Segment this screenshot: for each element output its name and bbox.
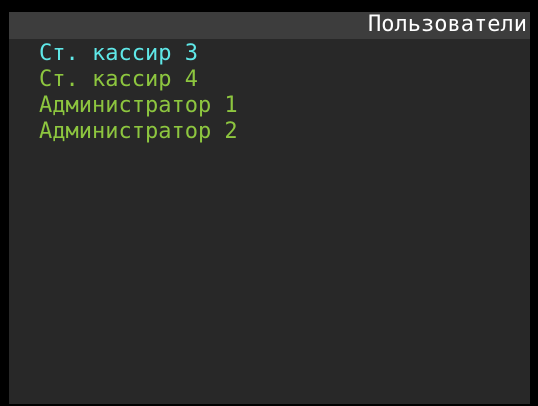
list-item-user-1[interactable]: Ст. кассир 3 (39, 41, 238, 67)
page-title: Пользователи (368, 12, 527, 37)
screen: Пользователи Ст. кассир 3 Ст. кассир 4 А… (0, 0, 538, 406)
list-item-user-3[interactable]: Администратор 1 (39, 93, 238, 119)
list-item-user-4[interactable]: Администратор 2 (39, 119, 238, 145)
list-item-user-2[interactable]: Ст. кассир 4 (39, 67, 238, 93)
users-panel: Пользователи Ст. кассир 3 Ст. кассир 4 А… (9, 12, 530, 404)
title-bar: Пользователи (9, 12, 530, 39)
user-list: Ст. кассир 3 Ст. кассир 4 Администратор … (39, 41, 238, 145)
